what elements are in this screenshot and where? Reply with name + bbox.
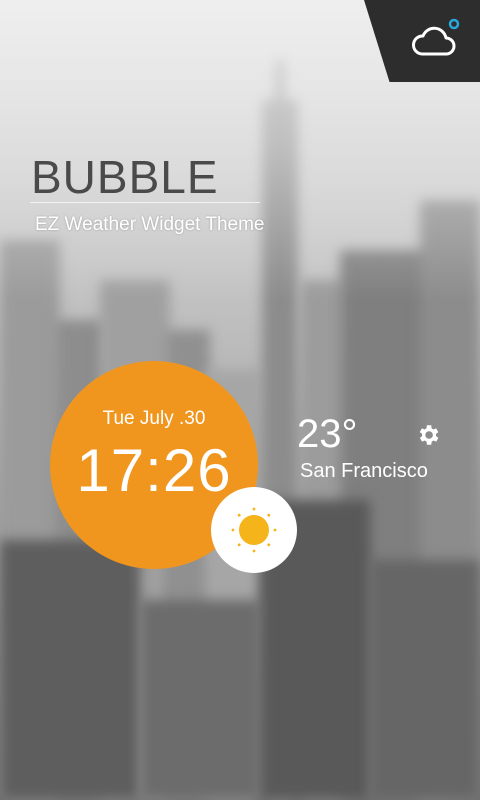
title-divider (30, 202, 260, 203)
time-label[interactable]: 17:26 (50, 436, 258, 505)
theme-subtitle: EZ Weather Widget Theme (35, 214, 265, 235)
notification-dot-icon (448, 18, 460, 30)
sun-icon (231, 507, 277, 553)
home-screen: BUBBLE EZ Weather Widget Theme Tue July … (0, 0, 480, 800)
date-label: Tue July .30 (102, 408, 206, 429)
temperature-label: 23° (297, 412, 358, 456)
gear-icon[interactable] (415, 422, 441, 448)
theme-title: BUBBLE (31, 151, 219, 203)
cloud-icon[interactable] (410, 16, 460, 62)
city-label[interactable]: San Francisco (300, 460, 428, 483)
